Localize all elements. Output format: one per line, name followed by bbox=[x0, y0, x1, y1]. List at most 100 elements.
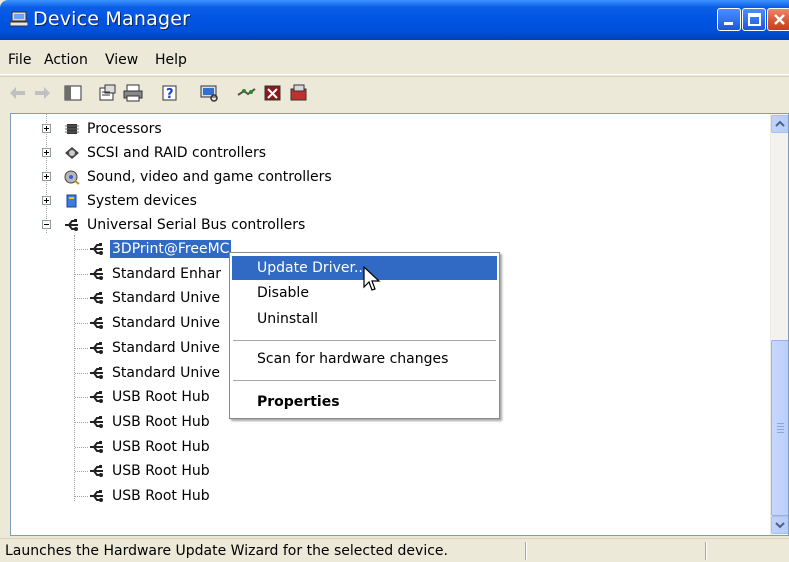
menu-view[interactable]: View bbox=[105, 52, 138, 68]
toolbar: ? bbox=[0, 76, 789, 111]
menu-item-scan[interactable]: Scan for hardware changes bbox=[232, 347, 497, 371]
print-icon[interactable] bbox=[122, 83, 144, 103]
usb-device-item[interactable]: Standard Unive bbox=[88, 336, 222, 360]
scroll-down-button[interactable] bbox=[771, 516, 788, 534]
tree-line bbox=[75, 397, 88, 398]
tree-line bbox=[75, 249, 88, 250]
tree-category-scsi[interactable]: SCSI and RAID controllers bbox=[41, 141, 268, 165]
forward-icon[interactable] bbox=[31, 83, 53, 103]
help-icon[interactable]: ? bbox=[160, 83, 182, 103]
properties-icon[interactable] bbox=[96, 83, 118, 103]
vertical-scrollbar[interactable] bbox=[770, 114, 788, 535]
device-manager-window: Device Manager File Action View Help ? P… bbox=[0, 0, 789, 562]
tree-line bbox=[75, 471, 88, 472]
tree-label: USB Root Hub bbox=[112, 414, 210, 430]
tree-label: Universal Serial Bus controllers bbox=[87, 217, 306, 233]
close-button[interactable] bbox=[767, 8, 789, 31]
chevron-up-icon bbox=[775, 120, 785, 127]
tree-label: Standard Unive bbox=[112, 315, 221, 331]
menu-action[interactable]: Action bbox=[44, 52, 88, 68]
usb-device-item[interactable]: USB Root Hub bbox=[88, 484, 212, 508]
status-divider bbox=[705, 542, 706, 560]
menu-help[interactable]: Help bbox=[155, 52, 187, 68]
tree-line bbox=[75, 298, 88, 299]
system-icon bbox=[66, 194, 77, 208]
usb-device-item[interactable]: USB Root Hub bbox=[88, 435, 212, 459]
status-bar: Launches the Hardware Update Wizard for … bbox=[0, 538, 789, 562]
uninstall-icon[interactable] bbox=[262, 83, 284, 103]
menu-item-label: Scan for hardware changes bbox=[257, 351, 449, 367]
tree-category-processors[interactable]: Processors bbox=[41, 117, 164, 141]
collapse-icon[interactable] bbox=[42, 220, 51, 229]
tree-label: Standard Unive bbox=[112, 290, 221, 306]
tree-label: Standard Enhar bbox=[112, 266, 222, 282]
usb-icon bbox=[90, 441, 103, 453]
disable-icon[interactable] bbox=[288, 83, 310, 103]
usb-icon bbox=[90, 268, 103, 280]
expand-icon[interactable] bbox=[42, 124, 51, 133]
sound-icon bbox=[64, 170, 80, 185]
tree-line bbox=[75, 348, 88, 349]
menu-item-label: Uninstall bbox=[257, 311, 319, 327]
usb-device-item[interactable]: USB Root Hub bbox=[88, 385, 212, 409]
usb-icon bbox=[90, 416, 103, 428]
usb-icon bbox=[90, 317, 103, 329]
window-title: Device Manager bbox=[33, 8, 191, 30]
menu-item-label: Disable bbox=[257, 285, 309, 301]
usb-device-item[interactable]: Standard Unive bbox=[88, 311, 222, 335]
expand-icon[interactable] bbox=[42, 196, 51, 205]
tree-label: USB Root Hub bbox=[112, 463, 210, 479]
tree-line bbox=[75, 496, 88, 497]
usb-icon bbox=[90, 465, 103, 477]
usb-icon bbox=[90, 292, 103, 304]
usb-device-item[interactable]: Standard Unive bbox=[88, 286, 222, 310]
expand-icon[interactable] bbox=[42, 148, 51, 157]
menu-item-properties[interactable]: Properties bbox=[232, 390, 497, 414]
tree-line bbox=[75, 373, 88, 374]
expand-icon[interactable] bbox=[42, 172, 51, 181]
tree-label: USB Root Hub bbox=[112, 439, 210, 455]
tree-label: System devices bbox=[87, 193, 197, 209]
usb-device-item[interactable]: USB Root Hub bbox=[88, 459, 212, 483]
usb-icon bbox=[65, 219, 78, 231]
console-tree-icon[interactable] bbox=[62, 83, 84, 103]
tree-label: USB Root Hub bbox=[112, 389, 210, 405]
tree-category-usb[interactable]: Universal Serial Bus controllers bbox=[41, 213, 307, 237]
tree-line bbox=[75, 274, 88, 275]
close-icon bbox=[774, 14, 785, 25]
usb-icon bbox=[90, 391, 103, 403]
back-icon[interactable] bbox=[7, 83, 29, 103]
maximize-icon bbox=[748, 13, 761, 26]
menu-item-label: Properties bbox=[257, 394, 340, 410]
scroll-up-button[interactable] bbox=[771, 115, 788, 133]
tree-label: Sound, video and game controllers bbox=[87, 169, 332, 185]
tree-label: Standard Unive bbox=[112, 340, 221, 356]
svg-text:?: ? bbox=[166, 87, 174, 102]
menu-separator bbox=[233, 340, 496, 341]
tree-label: Standard Unive bbox=[112, 365, 221, 381]
menu-file[interactable]: File bbox=[8, 52, 31, 68]
usb-device-item[interactable]: Standard Enhar bbox=[88, 262, 223, 286]
tree-category-sound[interactable]: Sound, video and game controllers bbox=[41, 165, 334, 189]
update-driver-icon[interactable] bbox=[236, 83, 258, 103]
usb-device-item[interactable]: USB Root Hub bbox=[88, 410, 212, 434]
scan-hardware-icon[interactable] bbox=[198, 83, 220, 103]
tree-line bbox=[75, 422, 88, 423]
tree-label: SCSI and RAID controllers bbox=[87, 145, 267, 161]
menu-bar: File Action View Help bbox=[0, 40, 789, 75]
menu-item-uninstall[interactable]: Uninstall bbox=[232, 307, 497, 331]
tree-label: 3DPrint@FreeMC bbox=[110, 240, 232, 258]
mouse-cursor-icon bbox=[363, 266, 381, 291]
usb-icon bbox=[90, 367, 103, 379]
minimize-button[interactable] bbox=[717, 8, 741, 31]
tree-category-system[interactable]: System devices bbox=[41, 189, 199, 213]
scroll-thumb[interactable] bbox=[771, 340, 788, 516]
maximize-button[interactable] bbox=[742, 8, 766, 31]
usb-device-item[interactable]: 3DPrint@FreeMC bbox=[88, 237, 232, 261]
menu-separator bbox=[233, 380, 496, 381]
status-text: Launches the Hardware Update Wizard for … bbox=[5, 543, 448, 559]
scsi-icon bbox=[65, 147, 79, 159]
usb-icon bbox=[90, 243, 103, 255]
title-bar[interactable]: Device Manager bbox=[0, 0, 789, 40]
usb-device-item[interactable]: Standard Unive bbox=[88, 361, 222, 385]
